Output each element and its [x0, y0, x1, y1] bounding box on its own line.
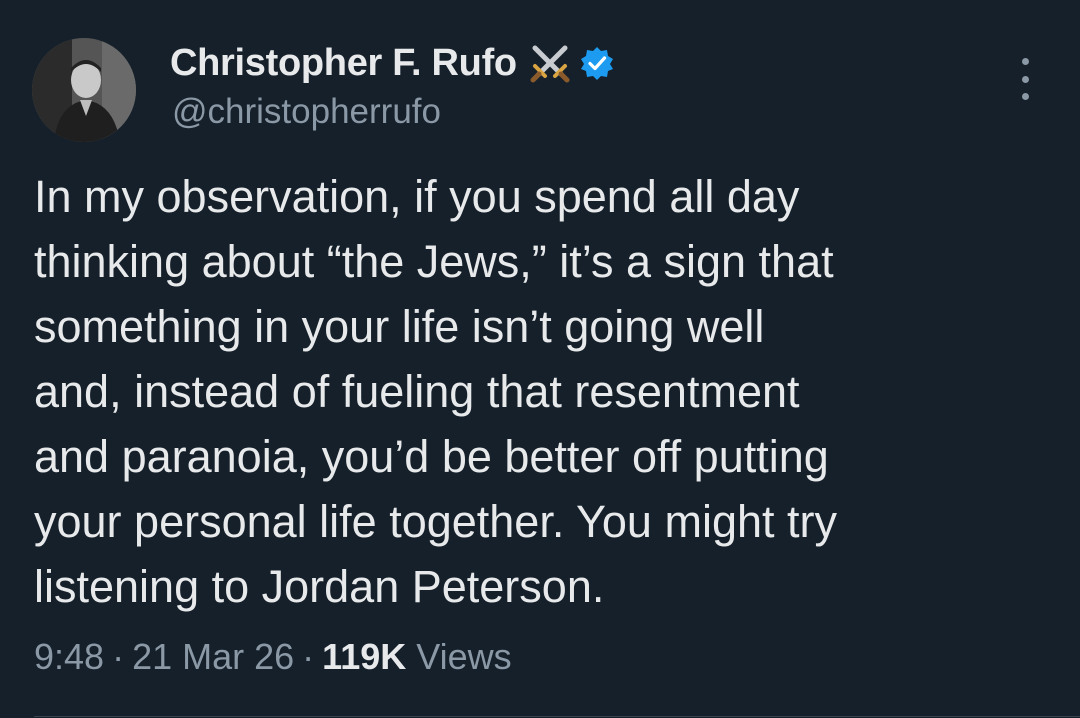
tweet-meta: 9:48 · 21 Mar 26 · 119K Views — [34, 636, 512, 678]
tweet-card: Christopher F. Rufo @christopherrufo In … — [0, 0, 1080, 718]
tweet-text-line: thinking about “the Jews,” it’s a sign t… — [34, 236, 834, 287]
tweet-text-line: something in your life isn’t going well — [34, 301, 765, 352]
verified-badge-icon[interactable] — [579, 45, 615, 81]
views-label[interactable]: Views — [416, 636, 511, 677]
tweet-text-line: and paranoia, you’d be better off puttin… — [34, 431, 829, 482]
tweet-time[interactable]: 9:48 — [34, 636, 104, 677]
meta-separator: · — [302, 636, 315, 677]
more-options-icon — [1021, 58, 1029, 65]
tweet-text-line: and, instead of fueling that resentment — [34, 366, 800, 417]
divider — [34, 716, 1080, 717]
views-count[interactable]: 119K — [322, 636, 406, 677]
avatar-photo — [32, 38, 136, 142]
tweet-text-line: listening to Jordan Peterson. — [34, 561, 605, 612]
more-options-button[interactable] — [1010, 58, 1040, 100]
tweet-text: In my observation, if you spend all day … — [34, 164, 1054, 619]
meta-separator: · — [112, 636, 125, 677]
tweet-text-line: In my observation, if you spend all day — [34, 171, 800, 222]
tweet-date[interactable]: 21 Mar 26 — [132, 636, 294, 677]
more-options-icon — [1021, 75, 1029, 83]
author-name-row: Christopher F. Rufo — [170, 40, 615, 86]
more-options-icon — [1021, 93, 1029, 100]
author-handle[interactable]: @christopherrufo — [172, 92, 441, 132]
tweet-text-line: your personal life together. You might t… — [34, 496, 837, 547]
crossed-swords-icon — [527, 40, 573, 86]
author-display-name[interactable]: Christopher F. Rufo — [170, 42, 517, 85]
avatar[interactable] — [32, 38, 136, 142]
